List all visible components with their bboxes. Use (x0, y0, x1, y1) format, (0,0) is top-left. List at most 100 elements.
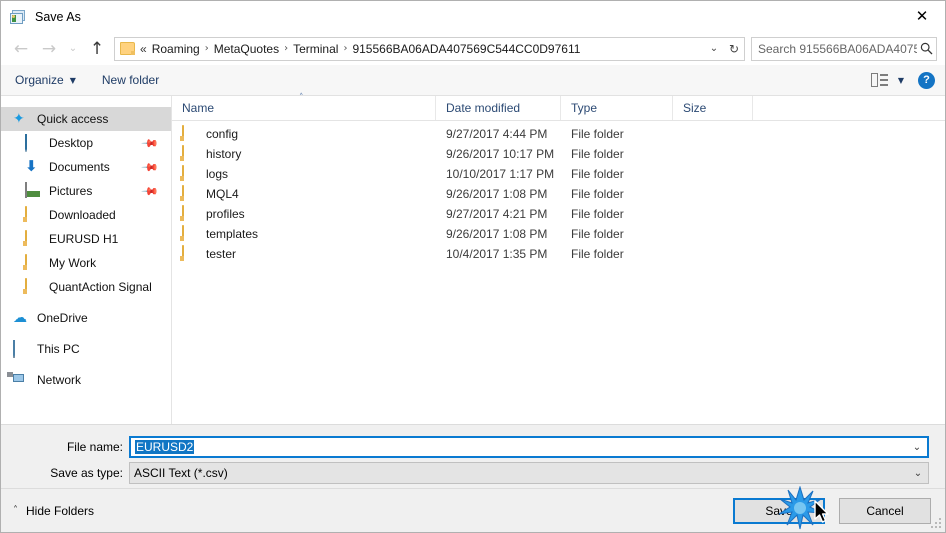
table-row[interactable]: profiles 9/27/2017 4:21 PM File folder (172, 204, 945, 224)
folder-icon (25, 254, 41, 271)
window-title: Save As (35, 9, 81, 24)
file-name-cell: tester (172, 245, 436, 262)
save-form: File name: EURUSD2 ⌄ Save as type: ASCII… (1, 425, 945, 488)
file-name-label: history (206, 147, 242, 161)
table-row[interactable]: templates 9/26/2017 1:08 PM File folder (172, 224, 945, 244)
chevron-down-icon[interactable]: ⌄ (704, 38, 724, 60)
folder-icon (182, 205, 198, 222)
navigation-bar: ← → ⌄ ↑ « Roaming › MetaQuotes › Termina… (1, 32, 945, 65)
documents-icon: ⬇ (25, 157, 38, 175)
close-icon[interactable]: ✕ (899, 1, 945, 31)
folder-icon (182, 145, 198, 162)
save-as-type-value: ASCII Text (*.csv) (134, 466, 228, 480)
breadcrumb-item-roaming[interactable]: Roaming (149, 41, 203, 57)
file-name-cell: history (172, 145, 436, 162)
file-type-cell: File folder (571, 187, 624, 201)
sidebar-item-quantaction-signal[interactable]: QuantAction Signal (1, 275, 171, 299)
chevron-down-icon: ▼ (69, 75, 76, 85)
chevron-down-icon[interactable]: ⌄ (908, 468, 928, 479)
table-row[interactable]: tester 10/4/2017 1:35 PM File folder (172, 244, 945, 264)
address-bar[interactable]: « Roaming › MetaQuotes › Terminal › 9155… (114, 36, 745, 61)
organize-button[interactable]: Organize ▼ (15, 73, 76, 87)
sidebar-item-quick-access[interactable]: ✦ Quick access (1, 107, 171, 131)
file-name-cell: config (172, 125, 436, 142)
star-icon: ✦ (13, 111, 25, 127)
file-type-cell: File folder (571, 127, 624, 141)
save-button[interactable]: Save (733, 497, 825, 524)
sidebar-item-documents[interactable]: ⬇ Documents 📌 (1, 155, 171, 179)
sidebar-item-network[interactable]: Network (1, 368, 171, 392)
sidebar-item-label: Pictures (49, 184, 93, 198)
sidebar-item-my-work[interactable]: My Work (1, 251, 171, 275)
save-as-window-icon (10, 9, 26, 25)
table-row[interactable]: config 9/27/2017 4:44 PM File folder (172, 124, 945, 144)
sidebar-item-desktop[interactable]: Desktop 📌 (1, 131, 171, 155)
recent-locations-button[interactable]: ⌄ (63, 36, 83, 62)
network-icon (13, 372, 29, 388)
sidebar-item-label: My Work (49, 256, 97, 270)
column-header-type[interactable]: Type (561, 96, 673, 120)
chevron-up-icon: ˄ (13, 505, 18, 516)
table-row[interactable]: logs 10/10/2017 1:17 PM File folder (172, 164, 945, 184)
file-name-value: EURUSD2 (131, 440, 907, 454)
refresh-icon[interactable]: ↻ (724, 38, 744, 60)
column-header-size[interactable]: Size (673, 96, 753, 120)
sidebar-item-label: EURUSD H1 (49, 232, 119, 246)
breadcrumb-overflow-icon[interactable]: « (140, 42, 147, 56)
file-name-input[interactable]: EURUSD2 ⌄ (129, 436, 929, 458)
sidebar-item-label: QuantAction Signal (49, 280, 152, 294)
sidebar-item-onedrive[interactable]: ☁ OneDrive (1, 306, 171, 330)
file-type-cell: File folder (571, 247, 624, 261)
file-type-cell: File folder (571, 167, 624, 181)
table-row[interactable]: history 9/26/2017 10:17 PM File folder (172, 144, 945, 164)
file-name-label: logs (206, 167, 229, 181)
file-type-cell: File folder (571, 207, 624, 221)
search-box[interactable]: Search 915566BA06ADA40756... (751, 36, 937, 61)
sidebar-item-pictures[interactable]: Pictures 📌 (1, 179, 171, 203)
navigation-sidebar: ✦ Quick access Desktop 📌 ⬇ Documents 📌 P… (1, 96, 172, 424)
table-row[interactable]: MQL4 9/26/2017 1:08 PM File folder (172, 184, 945, 204)
breadcrumb-item-metaquotes[interactable]: MetaQuotes (211, 41, 282, 57)
file-type-cell: File folder (571, 147, 624, 161)
folder-icon (182, 165, 198, 182)
breadcrumb-item-terminal-id[interactable]: 915566BA06ADA407569C544CC0D97611 (349, 41, 583, 57)
folder-icon (182, 185, 198, 202)
file-name-label: templates (206, 227, 259, 241)
save-as-type-row: Save as type: ASCII Text (*.csv) ⌄ (1, 462, 945, 484)
sort-ascending-icon: ˄ (299, 93, 304, 103)
search-input[interactable]: Search 915566BA06ADA40756... (752, 42, 917, 56)
sidebar-item-downloaded[interactable]: Downloaded (1, 203, 171, 227)
selected-text: EURUSD2 (135, 440, 195, 454)
file-name-cell: MQL4 (172, 185, 436, 202)
resize-grip[interactable] (931, 518, 942, 529)
chevron-down-icon[interactable]: ▼ (898, 76, 904, 85)
sidebar-item-eurusd-h1[interactable]: EURUSD H1 (1, 227, 171, 251)
desktop-icon (25, 134, 41, 152)
save-as-type-select[interactable]: ASCII Text (*.csv) ⌄ (129, 462, 929, 484)
view-mode-icon[interactable] (870, 73, 888, 87)
folder-icon (120, 42, 135, 55)
sidebar-item-label: Desktop (49, 136, 94, 150)
forward-button[interactable]: → (35, 36, 63, 62)
cancel-button[interactable]: Cancel (839, 497, 931, 524)
chevron-right-icon: › (343, 43, 348, 54)
new-folder-button[interactable]: New folder (102, 73, 159, 87)
onedrive-icon: ☁ (13, 310, 27, 326)
command-toolbar: Organize ▼ New folder ▼ ? (1, 65, 945, 96)
breadcrumb-item-terminal[interactable]: Terminal (290, 41, 341, 57)
column-header-name[interactable]: Name ˄ (172, 93, 436, 120)
chevron-down-icon[interactable]: ⌄ (907, 442, 927, 453)
column-header-date-modified[interactable]: Date modified (436, 96, 561, 120)
folder-icon (182, 225, 198, 242)
file-name-label: tester (206, 247, 237, 261)
file-date-cell: 9/27/2017 4:21 PM (446, 207, 548, 221)
folder-icon (182, 245, 198, 262)
help-icon[interactable]: ? (918, 71, 935, 89)
file-date-cell: 9/27/2017 4:44 PM (446, 127, 548, 141)
back-button[interactable]: ← (7, 36, 35, 62)
up-button[interactable]: ↑ (83, 36, 111, 62)
column-headers: Name ˄ Date modified Type Size (172, 93, 945, 121)
hide-folders-button[interactable]: ˄ Hide Folders (13, 504, 94, 518)
file-name-row: File name: EURUSD2 ⌄ (1, 436, 945, 458)
sidebar-item-this-pc[interactable]: This PC (1, 337, 171, 361)
